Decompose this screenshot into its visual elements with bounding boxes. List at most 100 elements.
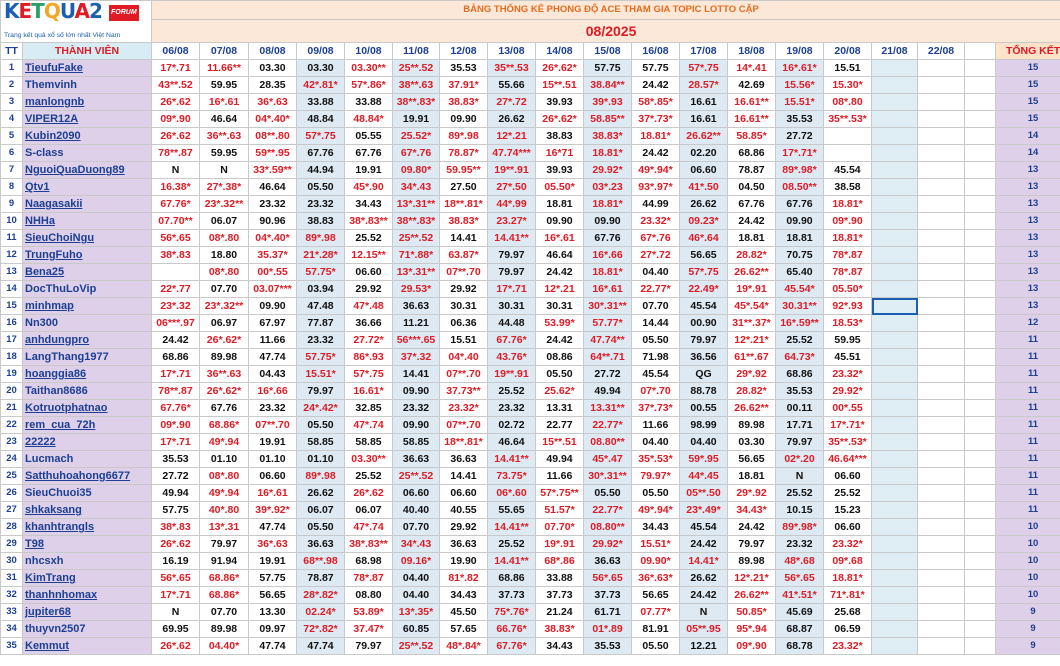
data-cell[interactable]: 26.62 xyxy=(296,484,345,502)
data-cell[interactable]: 88.78 xyxy=(679,382,728,400)
data-cell[interactable]: 35.53 xyxy=(439,59,488,77)
data-cell[interactable]: 08.86 xyxy=(535,348,584,366)
data-cell[interactable]: 22.49* xyxy=(679,280,728,298)
data-cell[interactable]: 93*.97* xyxy=(631,178,680,196)
data-cell[interactable]: 90.96 xyxy=(248,212,297,230)
data-cell[interactable]: 27.72 xyxy=(583,365,632,383)
member-name-link[interactable]: NguoiQuaDuong89 xyxy=(22,161,152,179)
data-cell[interactable]: 19**.91 xyxy=(487,365,536,383)
data-cell[interactable]: 89*.98 xyxy=(296,467,345,485)
data-cell[interactable]: 03.30** xyxy=(344,450,393,468)
empty-cell[interactable] xyxy=(917,450,965,468)
data-cell[interactable]: 19.91 xyxy=(248,433,297,451)
data-cell[interactable]: 51.57* xyxy=(535,501,584,519)
data-cell[interactable]: 19*.91 xyxy=(727,280,776,298)
data-cell[interactable]: 42*.81* xyxy=(296,76,345,94)
member-name-link[interactable]: TrungFuho xyxy=(22,246,152,264)
empty-cell[interactable] xyxy=(917,229,965,247)
data-cell[interactable]: 65.40 xyxy=(775,263,824,281)
data-cell[interactable]: 04*.40* xyxy=(248,110,297,128)
data-cell[interactable]: 23*.32** xyxy=(199,297,249,315)
data-cell[interactable]: 27*.38* xyxy=(199,178,249,196)
data-cell[interactable]: 05.50 xyxy=(296,178,345,196)
data-cell[interactable]: 26.62 xyxy=(679,569,728,587)
data-cell[interactable]: 43.76* xyxy=(487,348,536,366)
data-cell[interactable]: 08*.80 xyxy=(199,467,249,485)
data-cell[interactable]: 56.65 xyxy=(727,450,776,468)
data-cell[interactable]: 59.95 xyxy=(199,76,249,94)
data-cell[interactable]: 17*.71 xyxy=(151,365,200,383)
data-cell[interactable]: 18.81* xyxy=(631,127,680,145)
data-cell[interactable]: 91.94 xyxy=(199,552,249,570)
data-cell[interactable]: 61**.67 xyxy=(727,348,776,366)
empty-cell[interactable] xyxy=(871,501,918,519)
data-cell[interactable]: 63.87* xyxy=(439,246,488,264)
data-cell[interactable]: 56.65 xyxy=(631,586,680,604)
data-cell[interactable]: 22.77* xyxy=(631,280,680,298)
data-cell[interactable]: 09*.90 xyxy=(727,637,776,655)
data-cell[interactable]: 68.86 xyxy=(487,569,536,587)
data-cell[interactable]: 46.64 xyxy=(199,110,249,128)
data-cell[interactable]: 25.52 xyxy=(775,484,824,502)
data-cell[interactable]: 23.32* xyxy=(631,212,680,230)
data-cell[interactable]: 79.97* xyxy=(631,467,680,485)
data-cell[interactable]: 36.63 xyxy=(439,535,488,553)
empty-cell[interactable] xyxy=(917,93,965,111)
empty-cell[interactable] xyxy=(917,161,965,179)
empty-cell[interactable] xyxy=(964,450,996,468)
data-cell[interactable]: 06.07 xyxy=(199,212,249,230)
data-cell[interactable]: 36.63 xyxy=(296,535,345,553)
data-cell[interactable]: 55.66 xyxy=(487,76,536,94)
data-cell[interactable]: 01.10 xyxy=(248,450,297,468)
data-cell[interactable]: 04.40 xyxy=(392,569,440,587)
data-cell[interactable]: 45.50 xyxy=(439,603,488,621)
data-cell[interactable]: 89.98 xyxy=(199,348,249,366)
data-cell[interactable]: 26*.62* xyxy=(535,59,584,77)
data-cell[interactable]: 67*.76 xyxy=(392,144,440,162)
data-cell[interactable]: 06*.60 xyxy=(487,484,536,502)
data-cell[interactable]: 07.70 xyxy=(392,518,440,536)
member-name-link[interactable]: Naagasakii xyxy=(22,195,152,213)
data-cell[interactable]: 36.56 xyxy=(679,348,728,366)
member-name-link[interactable]: VIPER12A xyxy=(22,110,152,128)
data-cell[interactable]: 29.92* xyxy=(583,161,632,179)
data-cell[interactable]: 17*.71* xyxy=(823,416,872,434)
data-cell[interactable]: 89.98 xyxy=(727,552,776,570)
data-cell[interactable]: 75*.76* xyxy=(487,603,536,621)
data-cell[interactable]: 35.53 xyxy=(775,382,824,400)
empty-cell[interactable] xyxy=(871,467,918,485)
data-cell[interactable]: 07**.70 xyxy=(439,365,488,383)
data-cell[interactable]: 43**.52 xyxy=(151,76,200,94)
data-cell[interactable]: 05.50* xyxy=(823,280,872,298)
data-cell[interactable]: 36*.63* xyxy=(631,569,680,587)
data-cell[interactable]: 71.98 xyxy=(631,348,680,366)
data-cell[interactable]: 29*.92 xyxy=(727,365,776,383)
data-cell[interactable]: N xyxy=(151,161,200,179)
data-cell[interactable]: 23.32 xyxy=(296,195,345,213)
data-cell[interactable]: 35**.53* xyxy=(823,433,872,451)
empty-cell[interactable] xyxy=(871,535,918,553)
data-cell[interactable]: 27.72 xyxy=(151,467,200,485)
data-cell[interactable]: 09*.90 xyxy=(151,416,200,434)
data-cell[interactable]: 16*.61 xyxy=(248,484,297,502)
data-cell[interactable]: 23*.32 xyxy=(151,297,200,315)
data-cell[interactable]: 25**.52 xyxy=(392,637,440,655)
member-name-link[interactable]: Kubin2090 xyxy=(22,127,152,145)
data-cell[interactable]: 05.55 xyxy=(344,127,393,145)
data-cell[interactable]: 07**.70 xyxy=(439,416,488,434)
member-name-link[interactable]: TieufuFake xyxy=(22,59,152,77)
data-cell[interactable]: 44.48 xyxy=(487,314,536,332)
data-cell[interactable]: 60.85 xyxy=(392,620,440,638)
data-cell[interactable]: 06.36 xyxy=(439,314,488,332)
empty-cell[interactable] xyxy=(964,501,996,519)
data-cell[interactable]: 36**.63 xyxy=(199,127,249,145)
data-cell[interactable]: 16*.61 xyxy=(583,280,632,298)
empty-cell[interactable] xyxy=(871,518,918,536)
data-cell[interactable]: 25**.52 xyxy=(392,467,440,485)
data-cell[interactable]: 36.63 xyxy=(583,552,632,570)
data-cell[interactable]: 41*.51* xyxy=(775,586,824,604)
data-cell[interactable]: 07.70 xyxy=(199,603,249,621)
data-cell[interactable]: 09.90 xyxy=(392,382,440,400)
empty-cell[interactable] xyxy=(917,195,965,213)
data-cell[interactable]: 27*.50 xyxy=(487,178,536,196)
